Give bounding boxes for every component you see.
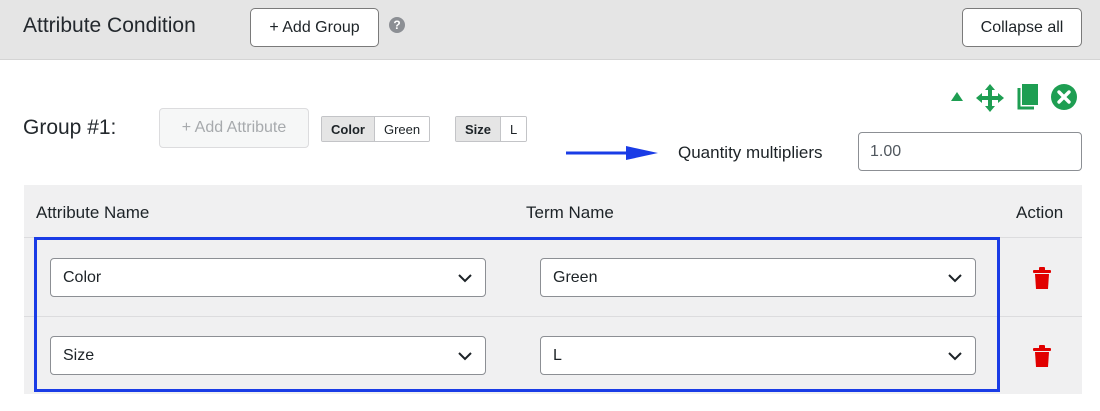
- group-title: Group #1:: [23, 116, 117, 139]
- attribute-select[interactable]: Color: [50, 258, 486, 297]
- column-header-term: Term Name: [526, 203, 614, 222]
- quantity-multiplier-label: Quantity multipliers: [678, 143, 823, 162]
- chevron-down-icon: [457, 348, 473, 369]
- divider: [24, 237, 1082, 238]
- attribute-tag-color: Color Green: [321, 116, 431, 142]
- select-value: Color: [63, 268, 102, 286]
- column-header-attribute: Attribute Name: [36, 203, 150, 222]
- arrow-right-icon: [566, 144, 658, 167]
- term-select[interactable]: Green: [540, 258, 976, 297]
- trash-icon[interactable]: [1033, 267, 1051, 294]
- select-value: Green: [553, 268, 598, 286]
- trash-icon[interactable]: [1033, 345, 1051, 372]
- tag-key: Color: [322, 117, 375, 141]
- select-value: Size: [63, 346, 95, 364]
- help-icon[interactable]: ?: [389, 17, 405, 33]
- tag-key: Size: [456, 117, 502, 141]
- triangle-up-icon[interactable]: [951, 92, 963, 101]
- chevron-down-icon: [457, 270, 473, 291]
- add-group-button[interactable]: + Add Group: [250, 8, 379, 47]
- tag-value: Green: [374, 117, 430, 141]
- chevron-down-icon: [947, 270, 963, 291]
- page-title: Attribute Condition: [23, 14, 196, 37]
- term-select[interactable]: L: [540, 336, 976, 375]
- quantity-multiplier-input[interactable]: [858, 132, 1082, 171]
- chevron-down-icon: [947, 348, 963, 369]
- attribute-tag-size: Size L: [455, 116, 528, 142]
- header-bar: Attribute Condition + Add Group ? Collap…: [0, 0, 1100, 60]
- column-header-action: Action: [1016, 203, 1064, 222]
- collapse-all-button[interactable]: Collapse all: [962, 8, 1082, 47]
- move-icon[interactable]: [976, 84, 1004, 117]
- tag-value: L: [501, 117, 527, 141]
- select-value: L: [553, 346, 562, 364]
- attribute-select[interactable]: Size: [50, 336, 486, 375]
- attribute-table: Attribute Name Term Name Action Color Gr…: [24, 185, 1082, 394]
- add-attribute-button[interactable]: + Add Attribute: [159, 108, 309, 148]
- divider: [24, 316, 1082, 317]
- copy-icon[interactable]: [1016, 84, 1038, 116]
- close-circle-icon[interactable]: [1051, 84, 1077, 115]
